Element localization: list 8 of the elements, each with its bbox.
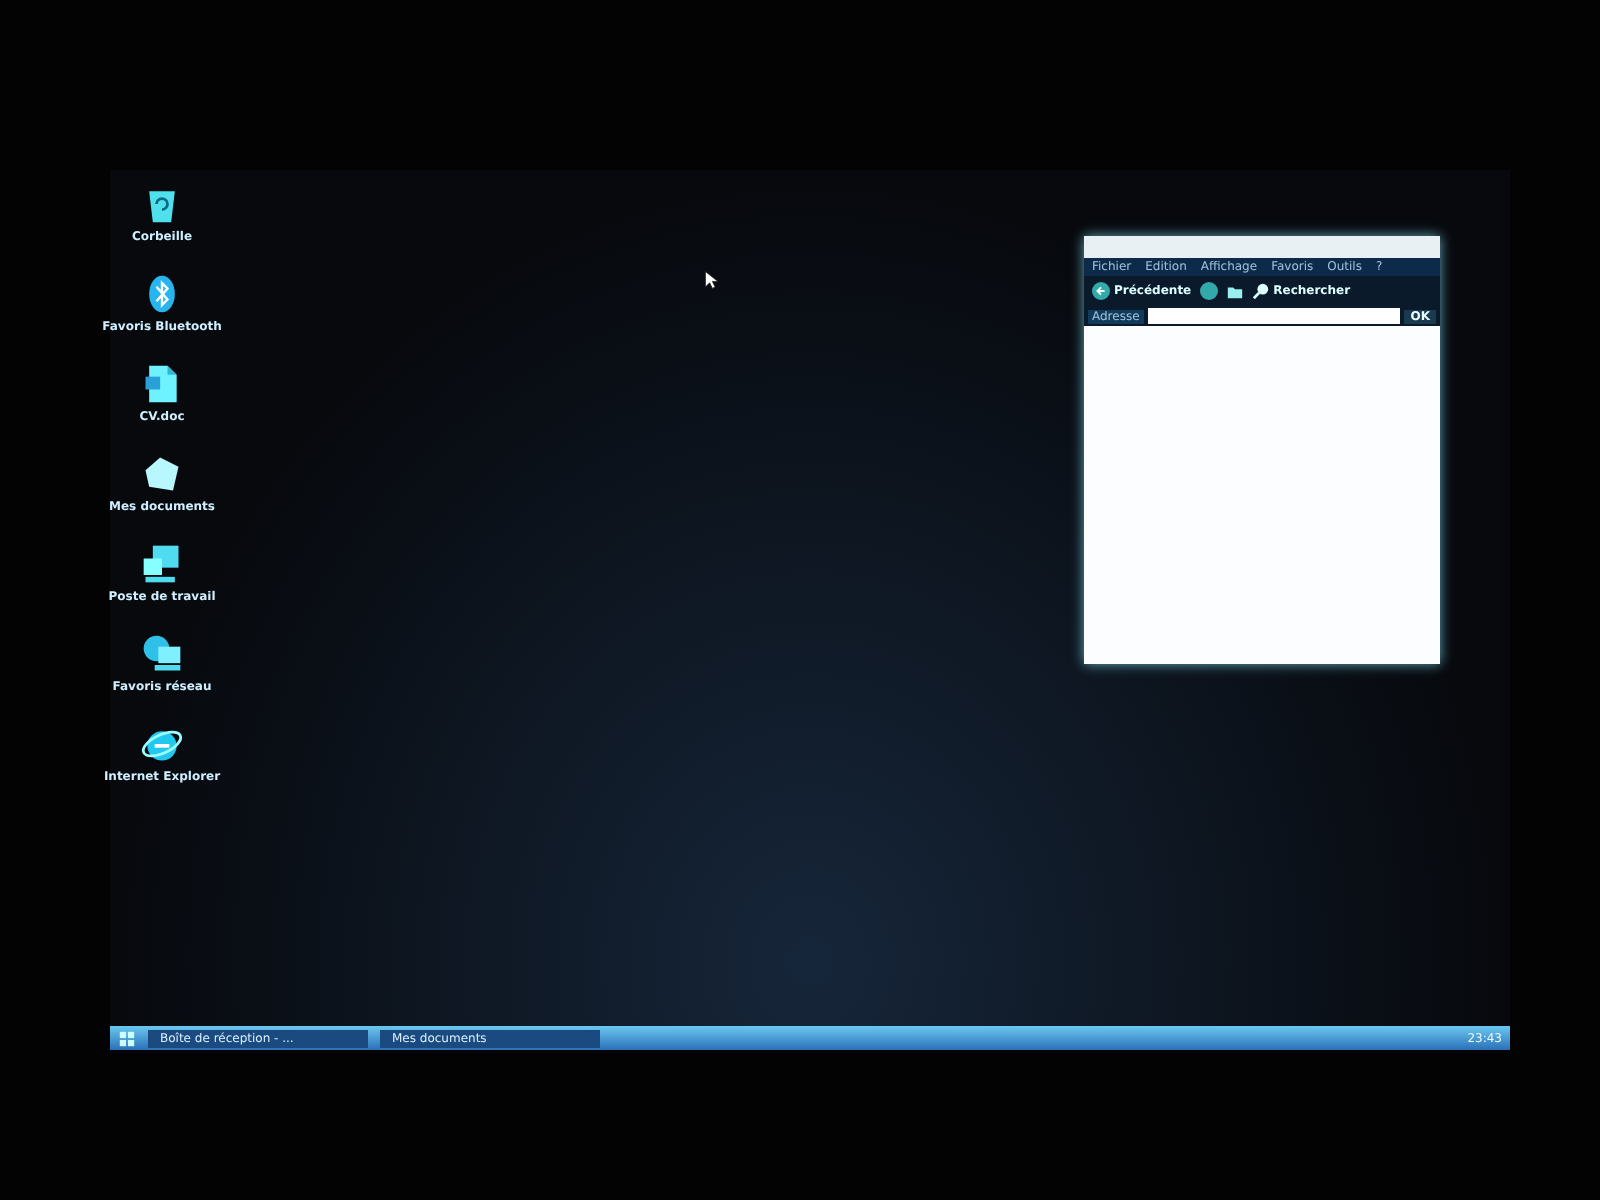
- search-icon: [1251, 282, 1270, 300]
- address-field[interactable]: [1147, 308, 1401, 324]
- windows-logo-icon: [118, 1029, 136, 1047]
- computer-icon[interactable]: [140, 542, 184, 586]
- network-computer-icon[interactable]: [140, 632, 184, 676]
- back-arrow-icon: [1092, 282, 1110, 300]
- mouse-pointer-icon: [704, 270, 718, 290]
- start-button[interactable]: [118, 1029, 136, 1047]
